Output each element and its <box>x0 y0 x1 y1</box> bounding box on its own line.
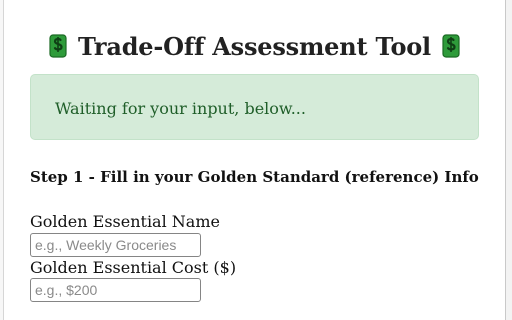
status-message: Waiting for your input, below... <box>55 99 306 118</box>
money-bag-icon <box>440 31 462 61</box>
golden-essential-name-label: Golden Essential Name <box>30 212 220 231</box>
browser-left-edge <box>0 0 4 320</box>
money-bag-icon <box>47 31 69 61</box>
tool-panel: Trade-Off Assessment Tool Waiting for yo… <box>6 0 503 320</box>
browser-scrollbar[interactable] <box>505 0 512 320</box>
golden-essential-cost-input[interactable] <box>30 278 201 302</box>
step1-heading: Step 1 - Fill in your Golden Standard (r… <box>30 168 479 186</box>
status-alert: Waiting for your input, below... <box>30 74 479 140</box>
golden-essential-name-input[interactable] <box>30 233 201 257</box>
page-title: Trade-Off Assessment Tool <box>78 31 431 61</box>
page-header: Trade-Off Assessment Tool <box>6 26 503 66</box>
golden-essential-cost-label: Golden Essential Cost ($) <box>30 258 237 277</box>
